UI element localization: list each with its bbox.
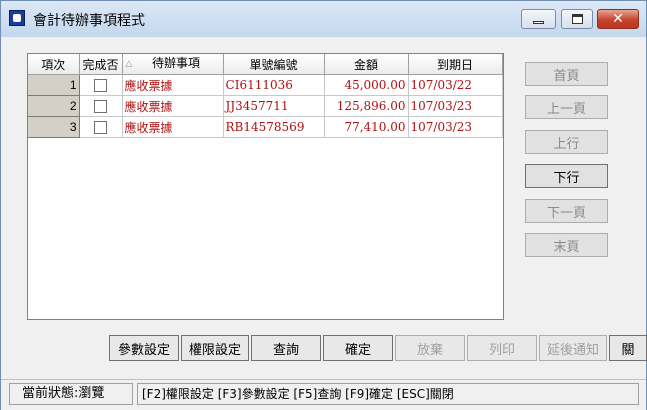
- table-row[interactable]: 3 應收票據 RB14578569 77,410.00 107/03/23: [28, 116, 503, 138]
- row-index[interactable]: 1: [28, 74, 80, 96]
- row-done-cell[interactable]: [79, 74, 123, 96]
- maximize-icon: [571, 14, 583, 24]
- row-amount[interactable]: 45,000.00: [324, 74, 409, 96]
- sort-icon: △: [125, 59, 133, 69]
- row-amount[interactable]: 125,896.00: [324, 95, 409, 117]
- maximize-button[interactable]: [561, 9, 593, 29]
- col-header-done[interactable]: 完成否: [79, 54, 123, 75]
- window-title: 會計待辦事項程式: [33, 13, 145, 29]
- done-checkbox[interactable]: [94, 121, 107, 134]
- status-state: 當前狀態:瀏覽: [9, 383, 133, 405]
- header-row: 項次 完成否 △ 待辦事項 單號編號 金額 到期日: [28, 54, 503, 75]
- first-page-button[interactable]: 首頁: [525, 62, 608, 86]
- row-due[interactable]: 107/03/22: [408, 74, 503, 96]
- row-item[interactable]: 應收票據: [122, 74, 224, 96]
- row-doc-no[interactable]: RB14578569: [223, 116, 325, 138]
- col-header-index[interactable]: 項次: [28, 54, 80, 75]
- table-row[interactable]: 1 應收票據 CI6111036 45,000.00 107/03/22: [28, 74, 503, 96]
- print-button[interactable]: 列印: [467, 335, 537, 361]
- col-header-due[interactable]: 到期日: [408, 54, 503, 75]
- done-checkbox[interactable]: [94, 79, 107, 92]
- row-item[interactable]: 應收票據: [122, 116, 224, 138]
- col-header-item[interactable]: △ 待辦事項: [122, 54, 224, 75]
- close-icon: ✕: [612, 11, 624, 27]
- row-item[interactable]: 應收票據: [122, 95, 224, 117]
- prev-page-button[interactable]: 上一頁: [525, 95, 608, 119]
- row-index[interactable]: 3: [28, 116, 80, 138]
- next-row-button[interactable]: 下行: [525, 164, 608, 188]
- prev-row-button[interactable]: 上行: [525, 130, 608, 154]
- row-due[interactable]: 107/03/23: [408, 116, 503, 138]
- row-doc-no[interactable]: CI6111036: [223, 74, 325, 96]
- next-page-button[interactable]: 下一頁: [525, 199, 608, 223]
- close-button[interactable]: ✕: [597, 9, 639, 29]
- close-app-button[interactable]: 關: [609, 335, 647, 361]
- todo-table: 項次 完成否 △ 待辦事項 單號編號 金額 到期日 1 應收票據 CI611103…: [28, 54, 503, 138]
- todo-grid[interactable]: 項次 完成否 △ 待辦事項 單號編號 金額 到期日 1 應收票據 CI611103…: [27, 53, 504, 320]
- row-done-cell[interactable]: [79, 116, 123, 138]
- status-hotkeys: [F2]權限設定 [F3]參數設定 [F5]查詢 [F9]確定 [ESC]關閉: [137, 383, 639, 405]
- done-checkbox[interactable]: [94, 100, 107, 113]
- row-due[interactable]: 107/03/23: [408, 95, 503, 117]
- last-page-button[interactable]: 末頁: [525, 233, 608, 257]
- row-amount[interactable]: 77,410.00: [324, 116, 409, 138]
- cancel-button[interactable]: 放棄: [395, 335, 465, 361]
- col-header-item-label: 待辦事項: [151, 56, 200, 70]
- title-bar[interactable]: 會計待辦事項程式 ✕: [1, 1, 646, 37]
- status-bar: 當前狀態:瀏覽 [F2]權限設定 [F3]參數設定 [F5]查詢 [F9]確定 …: [1, 379, 646, 410]
- minimize-button[interactable]: [521, 9, 556, 29]
- permission-settings-button[interactable]: 權限設定: [181, 335, 249, 361]
- main-window: 會計待辦事項程式 ✕ 項次 完成否 △ 待辦事項 單號編號 金額 到期日 1 應…: [0, 0, 647, 410]
- col-header-amount[interactable]: 金額: [324, 54, 409, 75]
- table-row[interactable]: 2 應收票據 JJ3457711 125,896.00 107/03/23: [28, 95, 503, 117]
- col-header-doc-no[interactable]: 單號編號: [223, 54, 325, 75]
- app-icon: [9, 10, 25, 26]
- postpone-notice-button[interactable]: 延後通知: [539, 335, 607, 361]
- confirm-button[interactable]: 確定: [323, 335, 393, 361]
- row-doc-no[interactable]: JJ3457711: [223, 95, 325, 117]
- query-button[interactable]: 查詢: [251, 335, 321, 361]
- minimize-icon: [533, 21, 544, 24]
- parameter-settings-button[interactable]: 參數設定: [109, 335, 179, 361]
- row-done-cell[interactable]: [79, 95, 123, 117]
- row-index[interactable]: 2: [28, 95, 80, 117]
